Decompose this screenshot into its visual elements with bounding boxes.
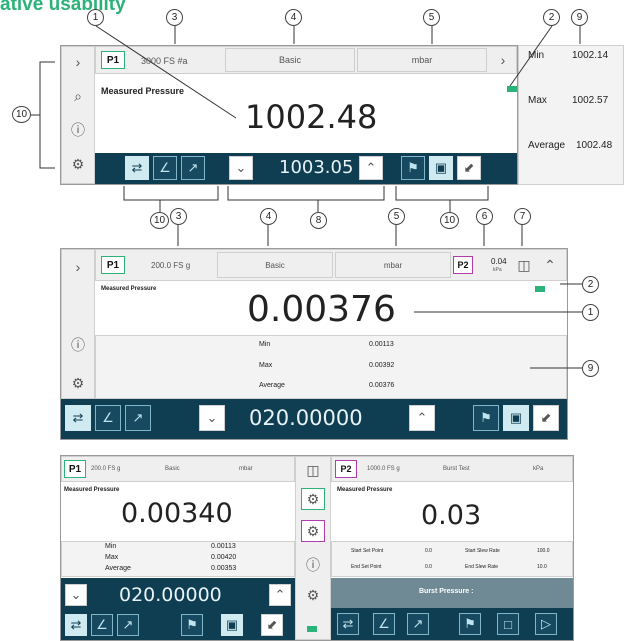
callout-2: 2 — [543, 9, 560, 26]
callout-2: 2 — [582, 276, 599, 293]
callout-4: 4 — [260, 208, 277, 225]
callout-1: 1 — [582, 304, 599, 321]
callout-lines — [30, 25, 582, 369]
callout-5: 5 — [423, 9, 440, 26]
callout-3: 3 — [170, 208, 187, 225]
callout-10: 10 — [440, 212, 459, 229]
callout-4: 4 — [285, 9, 302, 26]
callout-10: 10 — [12, 106, 31, 123]
callout-10: 10 — [150, 212, 169, 229]
callout-3: 3 — [166, 9, 183, 26]
callout-1: 1 — [87, 9, 104, 26]
callout-9: 9 — [582, 360, 599, 377]
callout-8: 8 — [310, 212, 327, 229]
callout-6: 6 — [476, 208, 493, 225]
callout-9: 9 — [571, 9, 588, 26]
callout-5: 5 — [388, 208, 405, 225]
callout-7: 7 — [514, 208, 531, 225]
